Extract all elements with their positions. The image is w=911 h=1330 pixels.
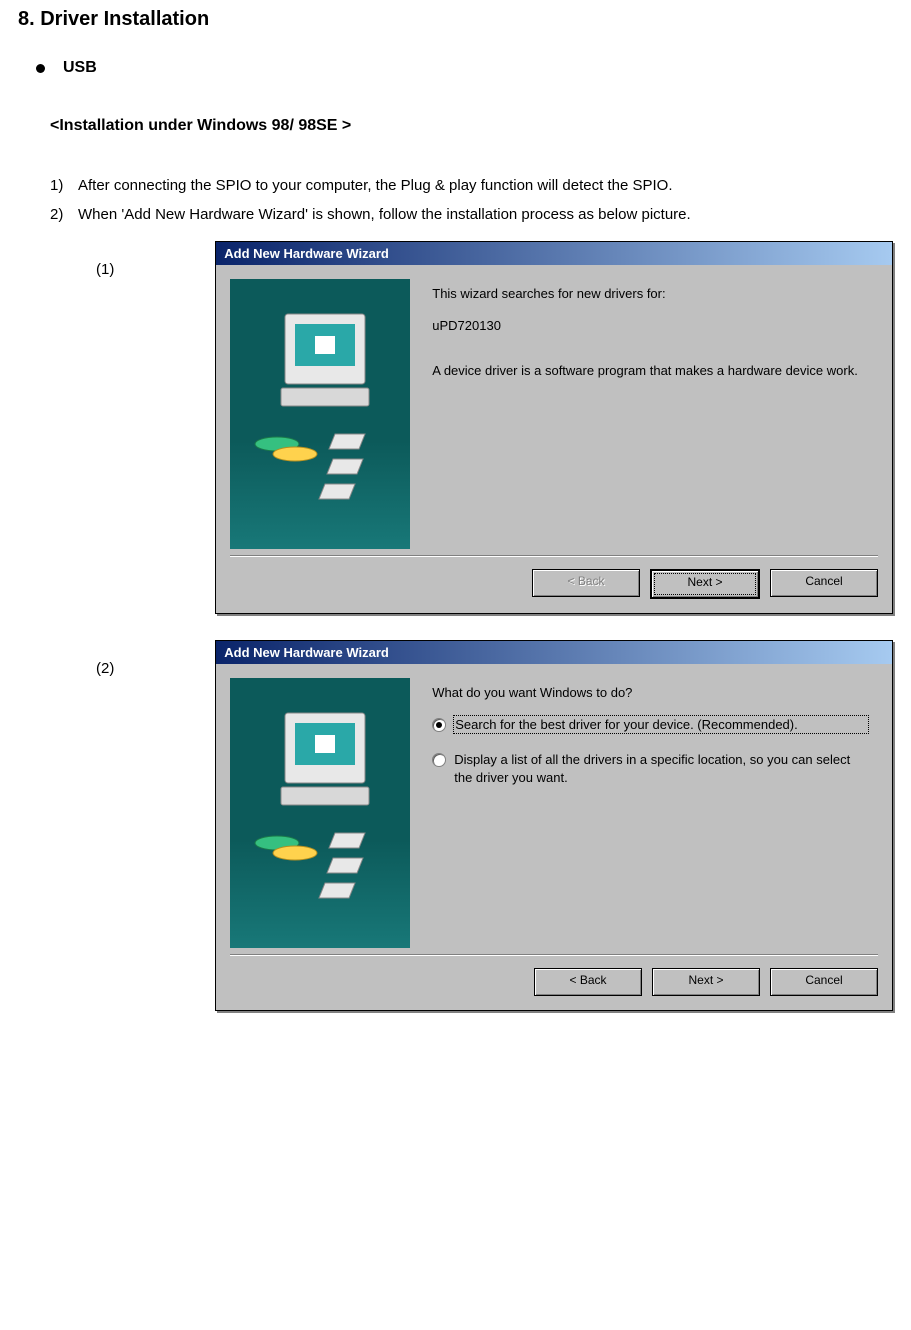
device-name: uPD720130 <box>432 317 868 335</box>
step-item: 2)When 'Add New Hardware Wizard' is show… <box>50 206 893 223</box>
wizard-dialog-2: Add New Hardware Wizard What do you want… <box>215 640 893 1011</box>
wizard-line-2: A device driver is a software program th… <box>432 362 868 380</box>
dialog-title: Add New Hardware Wizard <box>216 641 892 664</box>
wizard-illustration <box>230 279 410 549</box>
step-text: After connecting the SPIO to your comput… <box>78 177 673 194</box>
dialog-title: Add New Hardware Wizard <box>216 242 892 265</box>
button-row: < Back Next > Cancel <box>216 956 892 1010</box>
radio-icon[interactable] <box>432 718 446 732</box>
cancel-button[interactable]: Cancel <box>770 569 878 597</box>
button-row: < Back Next > Cancel <box>216 557 892 613</box>
radio-label: Search for the best driver for your devi… <box>454 716 868 734</box>
dialog-content: What do you want Windows to do? Search f… <box>410 678 878 948</box>
back-button[interactable]: < Back <box>534 968 642 996</box>
screenshot-label-2: (2) <box>18 640 215 677</box>
step-item: 1)After connecting the SPIO to your comp… <box>50 177 893 194</box>
install-subheading: <Installation under Windows 98/ 98SE > <box>50 117 893 135</box>
radio-option-list[interactable]: Display a list of all the drivers in a s… <box>432 751 868 786</box>
screenshot-label-1: (1) <box>18 241 215 278</box>
next-button[interactable]: Next > <box>650 569 760 599</box>
cancel-button[interactable]: Cancel <box>770 968 878 996</box>
radio-icon[interactable] <box>432 753 446 767</box>
radio-label: Display a list of all the drivers in a s… <box>454 751 868 786</box>
step-text: When 'Add New Hardware Wizard' is shown,… <box>78 206 691 223</box>
next-button[interactable]: Next > <box>652 968 760 996</box>
wizard-dialog-1: Add New Hardware Wizard This wizard sear… <box>215 241 893 614</box>
bullet-label: USB <box>63 59 97 77</box>
section-title: 8. Driver Installation <box>18 8 893 31</box>
steps-list: 1)After connecting the SPIO to your comp… <box>50 177 893 223</box>
wizard-prompt: What do you want Windows to do? <box>432 684 868 702</box>
bullet-usb: USB <box>36 59 893 77</box>
back-button: < Back <box>532 569 640 597</box>
wizard-line-1: This wizard searches for new drivers for… <box>432 285 868 303</box>
radio-option-recommended[interactable]: Search for the best driver for your devi… <box>432 716 868 734</box>
wizard-illustration <box>230 678 410 948</box>
bullet-icon <box>36 64 45 73</box>
dialog-content: This wizard searches for new drivers for… <box>410 279 878 549</box>
